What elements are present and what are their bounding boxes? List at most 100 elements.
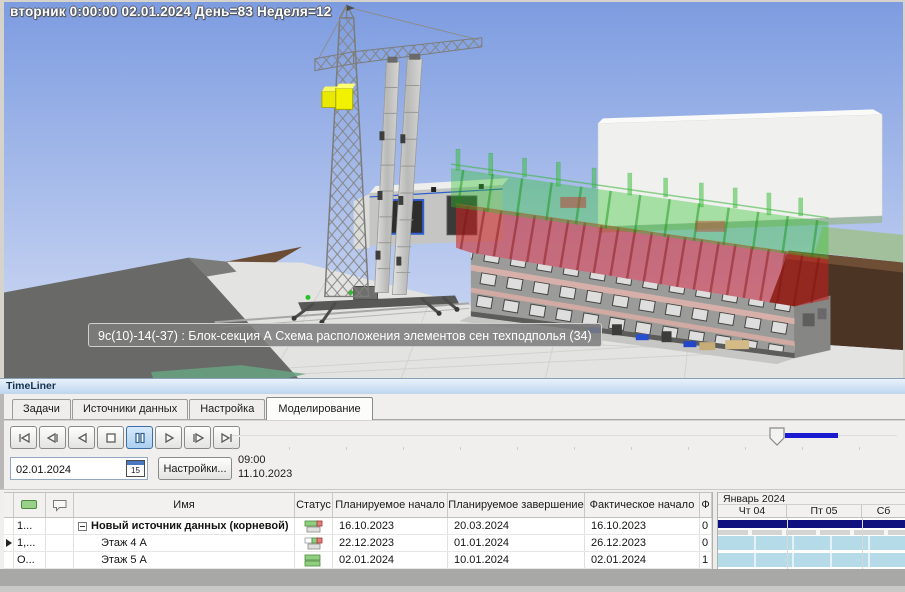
playback-button-group [10, 426, 240, 449]
tab-data-sources[interactable]: Источники данных [72, 399, 188, 419]
task-name-cell[interactable]: Новый источник данных (корневой) [74, 518, 295, 534]
gantt-bar-root-actual [718, 530, 905, 535]
simulation-slider-fill [785, 433, 838, 438]
selection-overlay-label: 9с(10)-14(-37) : Блок-секция А Схема рас… [88, 323, 602, 347]
step-forward-icon [190, 431, 206, 445]
data-source-cell: 1,... [14, 535, 46, 551]
comment-bubble-icon [52, 499, 68, 512]
status-gantt-icon [304, 537, 324, 550]
simulation-status-text: вторник 0:00:00 02.01.2024 День=83 Недел… [10, 4, 332, 19]
planned-end-cell: 01.01.2024 [448, 535, 585, 551]
tab-tasks[interactable]: Задачи [12, 399, 71, 419]
gantt-bar-floor4 [718, 536, 905, 550]
playback-controls-row [4, 420, 905, 453]
task-grid: Имя Статус Планируемое начало Планируемо… [0, 489, 905, 591]
actual-start-column-header[interactable]: Фактическое начало [585, 493, 700, 517]
clipped-cell: 0 [700, 535, 712, 551]
active-column-header[interactable] [14, 493, 46, 517]
calendar-day-number: 15 [127, 465, 144, 476]
gantt-day-header-row: Чт 04 Пт 05 Сб [718, 505, 905, 518]
simulation-date-input[interactable] [11, 458, 123, 479]
gantt-month-header: Январь 2024 [718, 492, 905, 505]
step-back-icon [45, 431, 61, 445]
task-name-text: Новый источник данных (корневой) [91, 520, 289, 532]
active-status-icon [21, 500, 38, 510]
actual-start-cell: 02.01.2024 [585, 552, 700, 568]
planned-start-cell: 22.12.2023 [333, 535, 448, 551]
planned-end-cell: 20.03.2024 [448, 518, 585, 534]
grid-empty-area [0, 569, 905, 586]
table-row-floor4[interactable]: 1,... Этаж 4 А 22.12.2023 0 [4, 535, 712, 552]
planned-end-column-header[interactable]: Планируемое завершение [448, 493, 585, 517]
application-window: вторник 0:00:00 02.01.2024 День=83 Недел… [0, 0, 905, 590]
comments-column-header[interactable] [46, 493, 74, 517]
gantt-body[interactable] [718, 518, 905, 569]
gantt-day-header: Пт 05 [787, 505, 862, 517]
timeliner-title-bar[interactable]: TimeLiner [0, 379, 905, 394]
task-name-cell[interactable]: Этаж 4 А [74, 535, 295, 551]
play-reverse-button[interactable] [68, 426, 95, 449]
planned-end-cell: 10.01.2024 [448, 552, 585, 568]
timeliner-panel: TimeLiner Задачи Источники данных Настро… [0, 378, 905, 590]
pause-icon [132, 431, 148, 445]
table-row-root[interactable]: 1... Новый источник данных (корневой) 1 [4, 518, 712, 535]
row-indicator-column-header[interactable] [4, 493, 14, 517]
planned-start-column-header[interactable]: Планируемое начало [333, 493, 448, 517]
timeliner-tabstrip: Задачи Источники данных Настройка Модели… [4, 394, 905, 420]
stop-icon [103, 431, 119, 445]
task-status-cell [295, 518, 333, 534]
rewind-to-start-icon [16, 431, 32, 445]
task-table: Имя Статус Планируемое начало Планируемо… [4, 492, 712, 569]
status-column-header[interactable]: Статус [295, 493, 333, 517]
planned-start-cell: 02.01.2024 [333, 552, 448, 568]
gantt-day-gridline [862, 518, 863, 569]
stop-button[interactable] [97, 426, 124, 449]
gantt-day-gridline [787, 518, 788, 569]
task-name-text: Этаж 5 А [101, 554, 147, 566]
gantt-bar-root-planned [718, 520, 905, 528]
simulation-slider-thumb[interactable] [769, 427, 785, 447]
forward-to-end-icon [219, 431, 235, 445]
planned-start-cell: 16.10.2023 [333, 518, 448, 534]
play-icon [161, 431, 177, 445]
clipped-cell: 0 [700, 518, 712, 534]
play-button[interactable] [155, 426, 182, 449]
actual-start-cell: 26.12.2023 [585, 535, 700, 551]
comments-cell [46, 552, 74, 568]
pause-button[interactable] [126, 426, 153, 449]
status-gantt-icon [304, 520, 324, 533]
task-name-text: Этаж 4 А [101, 537, 147, 549]
3d-scene[interactable] [4, 2, 903, 378]
actual-end-column-header-clipped[interactable]: Ф [700, 493, 712, 517]
actual-start-cell: 16.10.2023 [585, 518, 700, 534]
gantt-day-header: Чт 04 [718, 505, 787, 517]
name-column-header[interactable]: Имя [74, 493, 295, 517]
step-forward-button[interactable] [184, 426, 211, 449]
data-source-cell: 1... [14, 518, 46, 534]
task-status-cell [295, 552, 333, 568]
task-status-cell [295, 535, 333, 551]
clipped-cell: 1 [700, 552, 712, 568]
tab-configure[interactable]: Настройка [189, 399, 265, 419]
play-reverse-icon [74, 431, 90, 445]
rewind-to-start-button[interactable] [10, 426, 37, 449]
task-table-header: Имя Статус Планируемое начало Планируемо… [4, 492, 712, 518]
settings-button[interactable]: Настройки... [158, 457, 232, 480]
row-indicator-cell [4, 552, 14, 568]
task-name-cell[interactable]: Этаж 5 А [74, 552, 295, 568]
horizontal-scrollbar-track[interactable] [0, 586, 905, 592]
comments-cell [46, 518, 74, 534]
comments-cell [46, 535, 74, 551]
calendar-picker-button[interactable]: 15 [126, 460, 145, 477]
tab-simulate[interactable]: Моделирование [266, 397, 372, 420]
date-field-wrapper: 15 [10, 457, 148, 480]
date-settings-row: 15 Настройки... 09:00 11.10.2023 [4, 453, 905, 489]
step-back-button[interactable] [39, 426, 66, 449]
collapse-icon[interactable] [78, 522, 87, 531]
status-gantt-icon [304, 554, 324, 567]
table-row-floor5[interactable]: О... Этаж 5 А 02.01.2024 10.01.2024 02.0… [4, 552, 712, 569]
simulation-clock-time: 09:00 [238, 453, 292, 467]
forward-to-end-button[interactable] [213, 426, 240, 449]
data-source-cell: О... [14, 552, 46, 568]
3d-viewport[interactable]: вторник 0:00:00 02.01.2024 День=83 Недел… [0, 0, 905, 378]
